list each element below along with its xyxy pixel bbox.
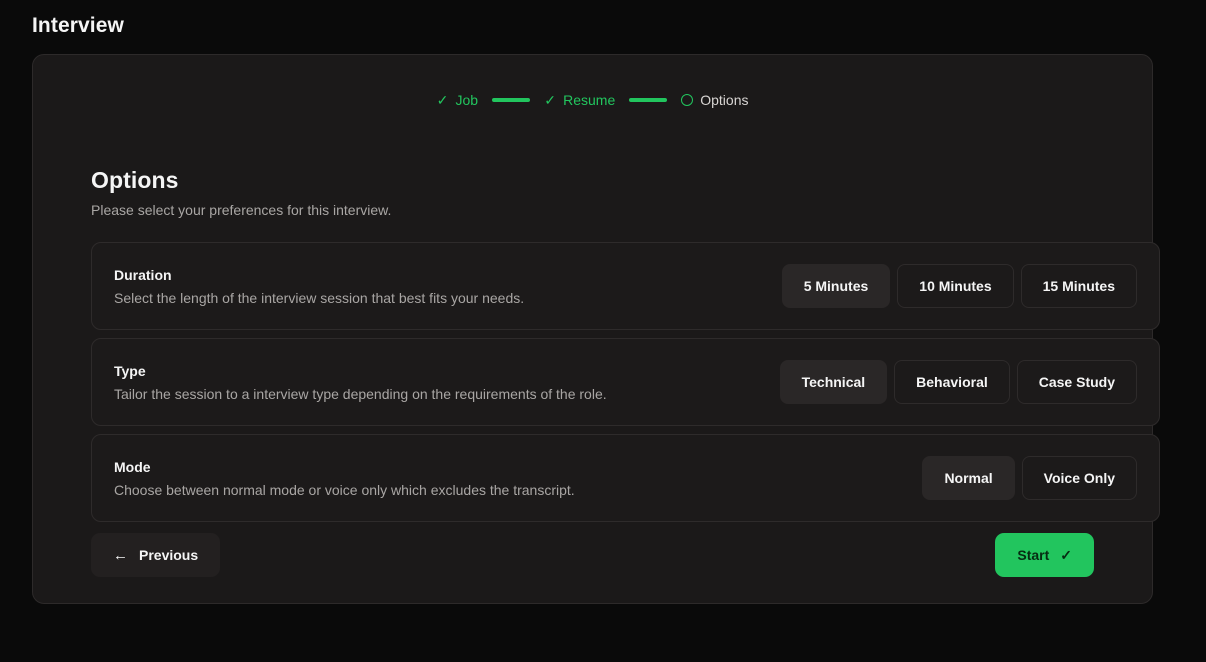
option-label: Type [114, 362, 146, 379]
check-icon: ✓ [436, 92, 449, 108]
stepper-step-label: Options [700, 92, 749, 108]
choice-15-minutes[interactable]: 15 Minutes [1020, 264, 1137, 308]
check-icon: ✓ [544, 92, 556, 108]
choice-technical[interactable]: Technical [779, 360, 888, 404]
arrow-left-icon: ← [113, 546, 128, 564]
previous-button[interactable]: ← Previous [91, 533, 221, 577]
option-label: Mode [114, 458, 151, 475]
choice-behavioral[interactable]: Behavioral [894, 360, 1010, 404]
section-header: Options Please select your preferences f… [91, 167, 391, 218]
choice-voice-only[interactable]: Voice Only [1021, 456, 1137, 500]
check-icon: ✓ [1060, 547, 1072, 563]
option-row-type: Type Tailor the session to a interview ty… [91, 338, 1160, 426]
stepper-step-resume[interactable]: ✓ Resume [544, 92, 615, 108]
options-list: Duration Select the length of the intervi… [91, 242, 1160, 522]
section-subtitle: Please select your preferences for this … [91, 202, 392, 218]
option-text: Type Tailor the session to a interview ty… [114, 363, 607, 402]
stepper-connector [629, 98, 668, 102]
choice-case-study[interactable]: Case Study [1016, 360, 1137, 404]
option-description: Select the length of the interview sessi… [114, 289, 525, 306]
choice-5-minutes[interactable]: 5 Minutes [781, 264, 891, 308]
section-title: Options [91, 167, 179, 193]
wizard-stepper: ✓ Job ✓ Resume Options [33, 92, 1152, 108]
stepper-step-job[interactable]: ✓ Job [436, 92, 479, 108]
stepper-connector [492, 98, 531, 102]
option-label: Duration [114, 266, 172, 283]
option-text: Duration Select the length of the intervi… [114, 267, 524, 306]
circle-icon [681, 94, 694, 106]
interview-wizard-card: ✓ Job ✓ Resume Options Options Please select… [32, 54, 1160, 604]
option-row-mode: Mode Choose between normal mode or voice … [91, 434, 1160, 522]
previous-button-label: Previous [139, 547, 199, 563]
page-title: Interview [32, 14, 124, 37]
option-description: Choose between normal mode or voice only… [114, 481, 575, 498]
choice-10-minutes[interactable]: 10 Minutes [897, 264, 1014, 308]
interview-options-page: Interview ✓ Job ✓ Resume Options Options Ple… [0, 0, 1206, 662]
wizard-footer: ← Previous Start ✓ [91, 533, 1094, 577]
option-row-duration: Duration Select the length of the intervi… [91, 242, 1160, 330]
option-choice-group: Normal Voice Only [922, 456, 1137, 500]
choice-normal[interactable]: Normal [922, 456, 1015, 500]
stepper-step-label: Job [455, 92, 479, 108]
stepper-step-label: Resume [563, 92, 616, 108]
option-description: Tailor the session to a interview type d… [114, 385, 607, 402]
option-choice-group: Technical Behavioral Case Study [779, 360, 1137, 404]
option-choice-group: 5 Minutes 10 Minutes 15 Minutes [781, 264, 1137, 308]
start-button[interactable]: Start ✓ [995, 533, 1094, 577]
stepper-step-options[interactable]: Options [681, 92, 748, 108]
start-button-label: Start [1017, 547, 1050, 563]
option-text: Mode Choose between normal mode or voice … [114, 459, 575, 498]
